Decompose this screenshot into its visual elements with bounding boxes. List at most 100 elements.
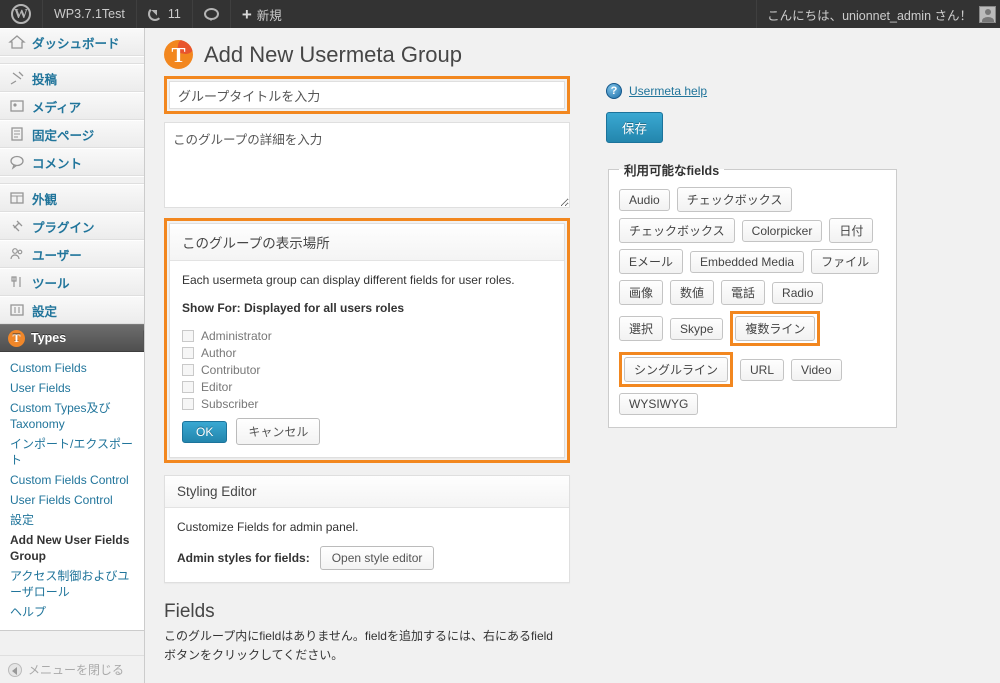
sidebar-subitem-user-fields[interactable]: User Fields — [10, 378, 144, 398]
refresh-icon — [147, 7, 162, 21]
page-header: Add New Usermeta Group — [146, 28, 1000, 73]
field-button-colorpicker[interactable]: Colorpicker — [741, 219, 823, 242]
styling-editor-box: Styling Editor Customize Fields for admi… — [164, 475, 570, 583]
field-button-select[interactable]: 選択 — [619, 316, 664, 341]
field-button-row: Audio チェックボックス — [619, 187, 886, 212]
checkbox-subscriber[interactable] — [182, 398, 194, 410]
pin-icon — [10, 71, 24, 85]
display-location-actions: OK キャンセル — [182, 418, 552, 445]
field-button-row: 選択 Skype 複数ライン — [619, 311, 886, 346]
account-menu[interactable]: こんにちは、unionnet_admin さん！ — [756, 0, 1000, 28]
field-button-multiline-highlight: 複数ライン — [730, 311, 821, 346]
sidebar-item-label: ダッシュボード — [32, 36, 120, 51]
admin-sidebar-menu: ダッシュボード 投稿 メディア 固定ページ コメント 外観 プラグイン ユーザー… — [0, 28, 145, 683]
field-button-phone[interactable]: 電話 — [721, 280, 766, 305]
field-button-embedded-media[interactable]: Embedded Media — [690, 250, 805, 273]
usermeta-help-link[interactable]: Usermeta help — [629, 84, 707, 98]
checkbox-contributor[interactable] — [182, 364, 194, 376]
sidebar-item-posts[interactable]: 投稿 — [0, 64, 144, 92]
sidebar-subitem-custom-types-taxonomy[interactable]: Custom Types及びTaxonomy — [10, 398, 144, 434]
sidebar-subitem-import-export[interactable]: インポート/エクスポート — [10, 434, 144, 470]
sidebar-separator-1 — [0, 56, 144, 64]
sidebar-item-label: 設定 — [32, 304, 58, 319]
field-button-singleline[interactable]: シングルライン — [624, 357, 729, 382]
sidebar-subitem-custom-fields[interactable]: Custom Fields — [10, 358, 144, 378]
sidebar-item-media[interactable]: メディア — [0, 92, 144, 120]
role-row-author[interactable]: Author — [182, 346, 552, 360]
wp-logo-menu[interactable]: W — [0, 0, 43, 28]
field-button-singleline-highlight: シングルライン — [619, 352, 734, 387]
role-label: Contributor — [201, 363, 261, 377]
new-content-label: 新規 — [256, 8, 282, 23]
field-button-email[interactable]: Eメール — [619, 249, 684, 274]
field-button-image[interactable]: 画像 — [619, 280, 664, 305]
display-location-highlight: このグループの表示場所 Each usermeta group can disp… — [164, 218, 570, 463]
field-button-checkboxes[interactable]: チェックボックス — [619, 218, 735, 243]
group-title-input[interactable] — [169, 81, 565, 109]
ok-button[interactable]: OK — [182, 420, 228, 443]
main-content: Add New Usermeta Group このグループの詳細を入力 このグル… — [146, 28, 1000, 683]
new-content-menu[interactable]: + 新規 — [231, 0, 293, 28]
role-row-subscriber[interactable]: Subscriber — [182, 397, 552, 411]
checkbox-author[interactable] — [182, 347, 194, 359]
collapse-arrow-icon — [8, 662, 22, 677]
save-button[interactable]: 保存 — [606, 112, 664, 143]
sidebar-item-comments[interactable]: コメント — [0, 148, 144, 176]
role-row-contributor[interactable]: Contributor — [182, 363, 552, 377]
sidebar-subitem-custom-fields-control[interactable]: Custom Fields Control — [10, 470, 144, 490]
comments-menu[interactable] — [193, 0, 231, 28]
cancel-button[interactable]: キャンセル — [236, 418, 321, 445]
sidebar-item-plugins[interactable]: プラグイン — [0, 212, 144, 240]
sidebar-item-label: 投稿 — [32, 72, 58, 87]
field-button-row: シングルライン URL Video — [619, 352, 886, 387]
sidebar-subitem-help[interactable]: ヘルプ — [10, 602, 144, 622]
admin-styles-row: Admin styles for fields: Open style edit… — [177, 546, 557, 570]
sidebar-subitem-user-fields-control[interactable]: User Fields Control — [10, 490, 144, 510]
updates-menu[interactable]: 11 — [137, 0, 193, 28]
field-button-file[interactable]: ファイル — [811, 249, 880, 274]
page-title: Add New Usermeta Group — [204, 41, 462, 67]
sidebar-item-dashboard[interactable]: ダッシュボード — [0, 28, 144, 56]
field-button-wysiwyg[interactable]: WYSIWYG — [619, 393, 699, 415]
collapse-menu-button[interactable]: メニューを閉じる — [0, 655, 144, 683]
users-icon — [10, 248, 23, 260]
field-button-checkbox[interactable]: チェックボックス — [676, 187, 793, 212]
plugin-plug-icon — [12, 220, 23, 232]
checkbox-editor[interactable] — [182, 381, 194, 393]
sidebar-item-users[interactable]: ユーザー — [0, 240, 144, 268]
left-column: このグループの詳細を入力 このグループの表示場所 Each usermeta g… — [164, 76, 570, 664]
open-style-editor-button[interactable]: Open style editor — [319, 546, 435, 570]
sidebar-subitem-access-control[interactable]: アクセス制御およびユーザロール — [10, 566, 144, 602]
site-name-menu[interactable]: WP3.7.1Test — [43, 0, 137, 28]
field-button-radio[interactable]: Radio — [772, 281, 824, 304]
greeting-label: こんにちは、unionnet_admin さん！ — [767, 8, 972, 23]
field-button-row: チェックボックス Colorpicker 日付 — [619, 218, 886, 243]
field-button-audio[interactable]: Audio — [619, 188, 670, 211]
sidebar-subitem-add-new-user-fields-group[interactable]: Add New User Fields Group — [10, 530, 144, 566]
sidebar-item-pages[interactable]: 固定ページ — [0, 120, 144, 148]
available-fields-box: 利用可能なfields Audio チェックボックス チェックボックス Colo… — [608, 160, 898, 428]
sidebar-item-settings[interactable]: 設定 — [0, 296, 144, 324]
field-button-url[interactable]: URL — [740, 358, 785, 381]
field-button-multiline[interactable]: 複数ライン — [735, 316, 816, 341]
sidebar-item-label: ツール — [32, 276, 70, 291]
field-button-date[interactable]: 日付 — [829, 218, 874, 243]
sidebar-item-types[interactable]: T Types — [0, 324, 144, 352]
field-button-numeric[interactable]: 数値 — [670, 280, 715, 305]
dashboard-home-icon — [8, 35, 26, 49]
sidebar-item-label: コメント — [32, 156, 83, 171]
sidebar-item-label: ユーザー — [32, 248, 82, 263]
field-button-video[interactable]: Video — [791, 358, 842, 381]
checkbox-administrator[interactable] — [182, 330, 194, 342]
field-button-skype[interactable]: Skype — [670, 317, 724, 340]
sidebar-item-appearance[interactable]: 外観 — [0, 184, 144, 212]
types-logo-icon: T — [8, 329, 25, 347]
sidebar-item-tools[interactable]: ツール — [0, 268, 144, 296]
sidebar-subitem-settings[interactable]: 設定 — [10, 510, 144, 530]
role-row-editor[interactable]: Editor — [182, 380, 552, 394]
field-button-row: WYSIWYG — [619, 393, 886, 415]
comment-icon — [10, 155, 24, 170]
role-row-administrator[interactable]: Administrator — [182, 329, 552, 343]
question-mark-help-icon: ? — [606, 83, 622, 99]
group-description-textarea[interactable]: このグループの詳細を入力 — [164, 122, 570, 208]
